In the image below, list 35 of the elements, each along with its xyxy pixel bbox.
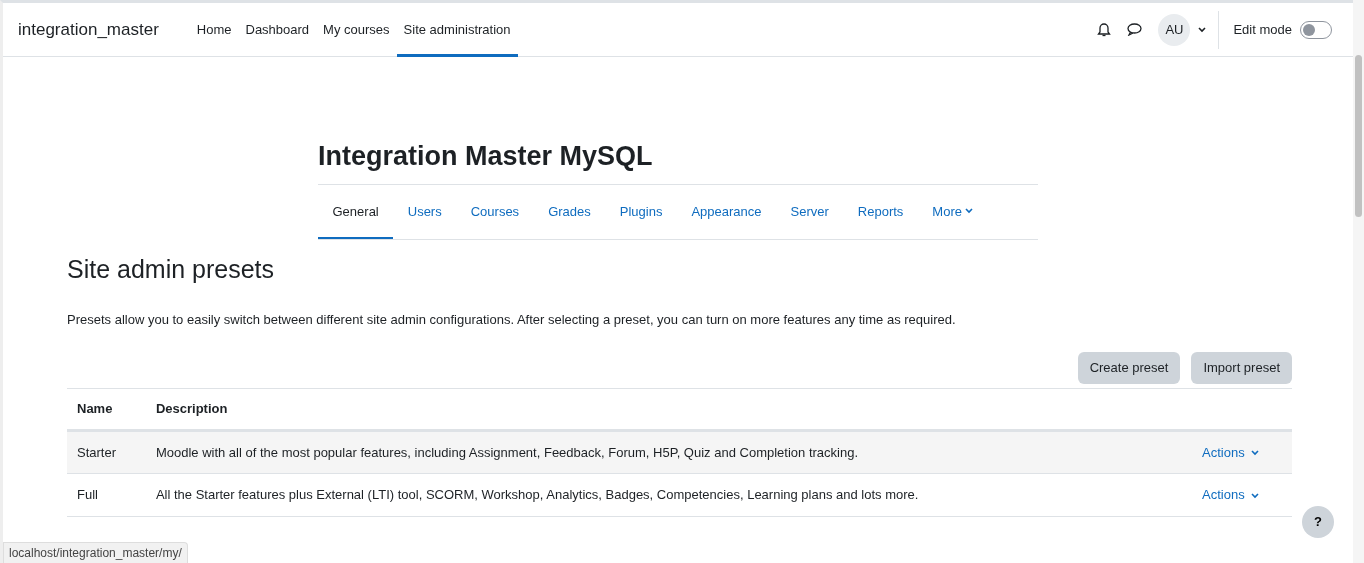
nav-tab[interactable]: Plugins [605, 185, 677, 240]
nav-link[interactable]: Home [189, 3, 239, 57]
nav-tab[interactable]: Reports [843, 185, 918, 240]
site-heading: Integration Master MySQL [318, 140, 654, 173]
table-cell: Starter [67, 430, 146, 474]
nav-link[interactable]: My courses [316, 3, 397, 57]
speech-bubble-icon[interactable] [1127, 23, 1143, 36]
scrollbar[interactable] [1353, 0, 1364, 563]
intro-text: Presets allow you to easily switch between different site admin configurations. After selecting a preset, you can turn on more features any time as required. [67, 311, 957, 330]
nav-tab[interactable]: General [318, 185, 394, 240]
nav-tab[interactable]: Grades [533, 185, 606, 240]
nav-tab[interactable]: Server [776, 185, 844, 240]
table-cell: All the Starter features plus External (LTI) tool, SCORM, Workshop, Analytics, Badges, Competencies, Learning plans and lots more. [145, 473, 1192, 517]
status-url: localhost/integration_master/my/ [3, 542, 188, 563]
nav-link[interactable]: Dashboard [238, 3, 317, 57]
actions-menu[interactable]: Actions [1202, 487, 1260, 503]
table-cell: Full [67, 473, 146, 517]
help-button[interactable]: ? [1302, 506, 1334, 538]
page-title: Site admin presets [67, 254, 276, 285]
preset-button[interactable]: Create preset [1077, 351, 1181, 384]
caret-icon [1251, 450, 1260, 457]
edit-mode-label: Edit mode [1233, 20, 1292, 39]
nav-tab[interactable]: Courses [456, 185, 534, 240]
caret-icon [965, 208, 973, 215]
nav-link[interactable]: Site administration [396, 3, 518, 57]
caret-icon [1251, 492, 1260, 499]
bell-icon[interactable] [1097, 22, 1112, 37]
nav-tab[interactable]: Users [393, 185, 457, 240]
table-cell: Moodle with all of the most popular features, including Assignment, Feedback, Forum, H5P, Quiz and Completion tracking. [145, 430, 1192, 474]
nav-tab[interactable]: Appearance [676, 185, 777, 240]
edit-mode-switch[interactable] [1300, 20, 1332, 39]
preset-button[interactable]: Import preset [1191, 351, 1292, 384]
caret-icon [1198, 26, 1207, 33]
more-menu[interactable]: More [917, 185, 988, 240]
site-name[interactable]: integration_master [18, 16, 159, 43]
